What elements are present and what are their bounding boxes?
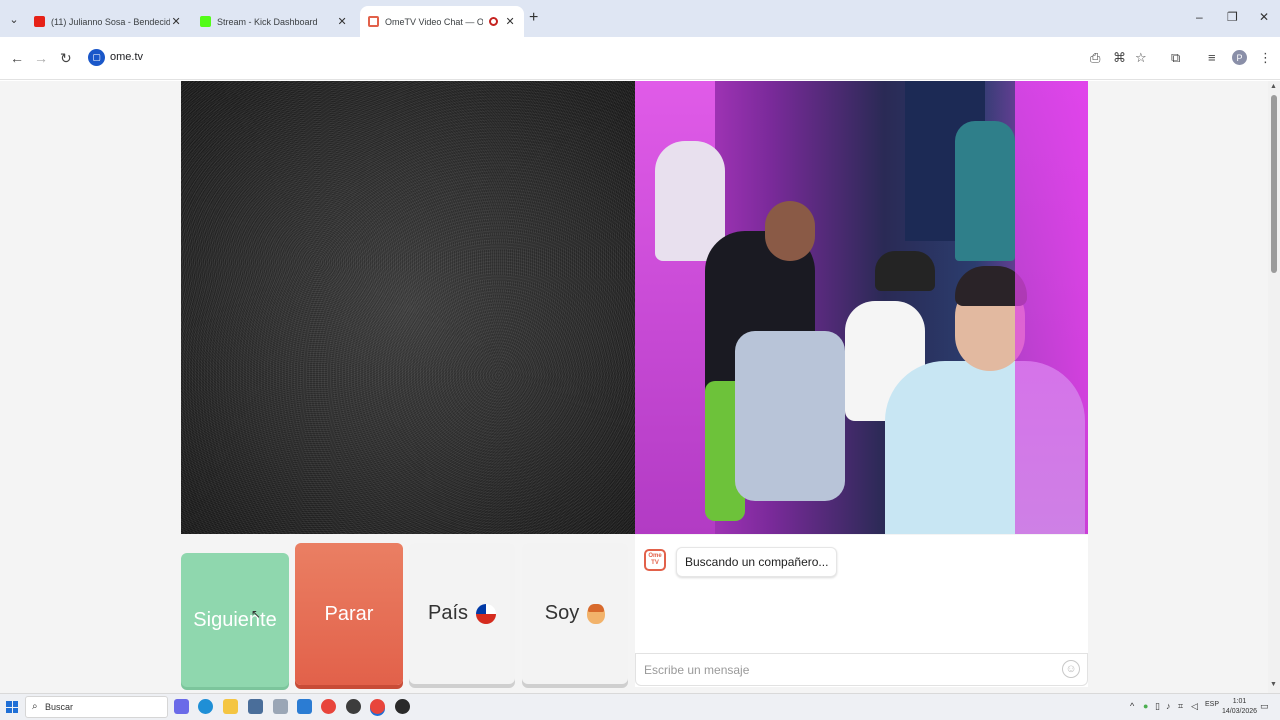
address-bar[interactable]: ome.tv xyxy=(110,51,143,63)
self-camera-video xyxy=(635,81,1088,534)
tab-kick[interactable]: Stream - Kick Dashboard ✕ xyxy=(192,6,356,37)
window-close-icon[interactable]: ✕ xyxy=(1259,10,1269,24)
browser-tabstrip: ⌄ (11) Julianno Sosa - Bendecido (Video … xyxy=(0,0,1280,37)
ometv-logo: Ome TV xyxy=(644,549,666,571)
message-placeholder: Escribe un mensaje xyxy=(644,663,750,677)
back-icon[interactable]: ← xyxy=(10,50,24,66)
minimize-icon[interactable]: – xyxy=(1196,10,1203,24)
volume-icon[interactable]: ◁ xyxy=(1191,701,1198,712)
scroll-thumb[interactable] xyxy=(1271,95,1277,273)
translate-icon[interactable]: ⌘ xyxy=(1113,50,1126,66)
windows-taskbar: ⌕ Buscar ^ ● ▯ ♪ ⌗ ◁ ESP 1:01 14/03/2026… xyxy=(0,693,1280,720)
emoji-icon[interactable]: ☺ xyxy=(1062,660,1080,678)
network-icon[interactable]: ⌗ xyxy=(1178,701,1183,712)
recorder-icon[interactable] xyxy=(395,699,410,714)
tab-ometv[interactable]: OmeTV Video Chat — Omegle Rand... ✕ xyxy=(360,6,524,37)
clock-date: 14/03/2026 xyxy=(1222,708,1258,715)
settings-gear-icon[interactable] xyxy=(273,699,288,714)
chrome-active-icon[interactable] xyxy=(370,699,385,714)
tab-search-dropdown-icon[interactable]: ⌄ xyxy=(4,9,24,29)
scroll-down-icon[interactable]: ▼ xyxy=(1270,681,1277,688)
status-message-bubble: Buscando un compañero... xyxy=(676,547,838,577)
new-tab-icon[interactable]: + xyxy=(529,9,538,27)
close-icon[interactable]: ✕ xyxy=(504,15,516,28)
stop-button-label: Parar xyxy=(324,602,374,625)
notifications-icon[interactable]: ▭ xyxy=(1260,701,1269,712)
chrome-icon[interactable] xyxy=(321,699,336,714)
store-icon[interactable] xyxy=(248,699,263,714)
menu-icon[interactable]: ⋮ xyxy=(1259,50,1272,66)
stop-button[interactable]: Parar xyxy=(295,543,403,685)
ometv-icon xyxy=(368,16,379,27)
taskbar-clock[interactable]: 1:01 14/03/2026 xyxy=(1222,697,1257,717)
tray-chevron-icon[interactable]: ^ xyxy=(1130,701,1134,711)
restore-icon[interactable]: ❐ xyxy=(1227,10,1238,24)
file-explorer-icon[interactable] xyxy=(223,699,238,714)
close-icon[interactable]: ✕ xyxy=(170,15,182,28)
kick-icon xyxy=(200,16,211,27)
boy-face-icon xyxy=(587,603,606,624)
recording-icon xyxy=(489,17,499,26)
tray-app-icon[interactable]: ● xyxy=(1143,701,1148,711)
next-button[interactable]: Siguiente xyxy=(181,553,289,687)
reading-list-icon[interactable]: ≡ xyxy=(1208,50,1216,65)
forward-icon[interactable]: → xyxy=(34,50,48,66)
extensions-icon[interactable]: ⧉ xyxy=(1171,50,1180,66)
chile-flag-icon xyxy=(476,603,497,624)
profile-avatar[interactable]: P xyxy=(1232,50,1247,65)
gender-button-label: Soy xyxy=(544,602,580,624)
tray-battery-icon[interactable]: ▯ xyxy=(1155,701,1160,712)
language-indicator[interactable]: ESP xyxy=(1205,701,1219,708)
search-icon: ⌕ xyxy=(32,701,38,712)
partner-video-static xyxy=(181,81,635,534)
youtube-icon xyxy=(34,16,45,27)
clock-time: 1:01 xyxy=(1232,698,1247,705)
install-app-icon[interactable]: ⎙ xyxy=(1090,50,1100,66)
next-button-label: Siguiente xyxy=(193,608,277,631)
tab-title: Stream - Kick Dashboard xyxy=(217,16,318,27)
vscode-icon[interactable] xyxy=(297,699,312,714)
country-button[interactable]: País xyxy=(409,543,515,684)
taskbar-search[interactable]: ⌕ Buscar xyxy=(25,696,168,718)
country-button-label: País xyxy=(427,602,469,624)
browser-toolbar: ← → ↻ ▢ ome.tv ⎙ ⌘ ☆ ⧉ ≡ ⋮ xyxy=(0,37,1280,80)
close-icon[interactable]: ✕ xyxy=(336,15,348,28)
gender-button[interactable]: Soy xyxy=(522,543,628,684)
taskbar-search-label: Buscar xyxy=(45,702,74,712)
reload-icon[interactable]: ↻ xyxy=(60,50,72,67)
tab-title: (11) Julianno Sosa - Bendecido (Video Of… xyxy=(51,16,171,27)
site-info-icon[interactable]: ▢ xyxy=(88,49,105,66)
mouse-cursor-icon: ↖ xyxy=(251,607,262,621)
obs-icon[interactable] xyxy=(346,699,361,714)
microphone-icon[interactable]: ♪ xyxy=(1166,701,1171,711)
message-input[interactable]: Escribe un mensaje ☺ xyxy=(635,653,1088,686)
page-scrollbar[interactable]: ▲ ▼ xyxy=(1268,81,1280,693)
tab-youtube[interactable]: (11) Julianno Sosa - Bendecido (Video Of… xyxy=(26,6,190,37)
copilot-icon[interactable] xyxy=(174,699,189,714)
tab-title: OmeTV Video Chat — Omegle Rand... xyxy=(385,16,484,27)
edge-icon[interactable] xyxy=(198,699,213,714)
windows-start-icon[interactable] xyxy=(6,701,18,713)
bookmark-star-icon[interactable]: ☆ xyxy=(1135,50,1147,66)
scroll-up-icon[interactable]: ▲ xyxy=(1270,83,1277,90)
